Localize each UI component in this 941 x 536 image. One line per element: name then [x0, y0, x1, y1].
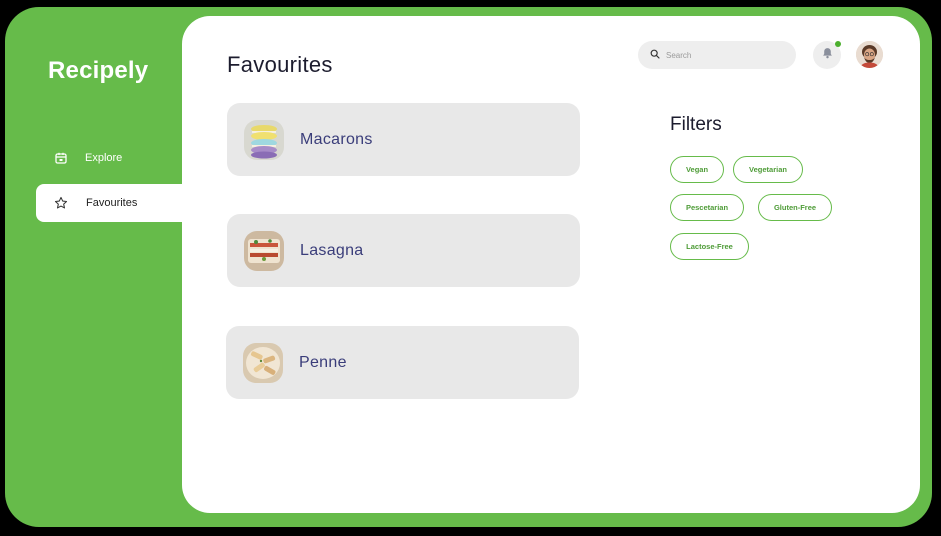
- calendar-icon: [55, 152, 67, 164]
- filter-chip-gluten-free[interactable]: Gluten-Free: [758, 194, 832, 221]
- recipe-thumbnail: [244, 119, 284, 160]
- bell-icon: [822, 46, 833, 64]
- search-icon: [650, 46, 660, 64]
- sidebar-item-favourites[interactable]: Favourites: [36, 184, 186, 222]
- recipe-card-lasagna[interactable]: Lasagna: [227, 214, 580, 287]
- main-panel: Favourites Search Macarons Lasagna Penne…: [182, 16, 920, 513]
- filter-chip-pescetarian[interactable]: Pescetarian: [670, 194, 744, 221]
- search-input[interactable]: [666, 50, 786, 60]
- brand-logo: Recipely: [48, 57, 149, 84]
- avatar[interactable]: [856, 41, 883, 68]
- recipe-card-penne[interactable]: Penne: [226, 326, 579, 399]
- recipe-card-macarons[interactable]: Macarons: [227, 103, 580, 176]
- notification-dot: [835, 41, 841, 47]
- search-bar[interactable]: [638, 41, 796, 69]
- filters-title: Filters: [670, 114, 722, 135]
- filter-chip-vegan[interactable]: Vegan: [670, 156, 724, 183]
- sidebar-item-label: Favourites: [86, 197, 138, 209]
- star-icon: [54, 196, 68, 210]
- recipe-name: Lasagna: [300, 241, 364, 259]
- recipe-thumbnail: [243, 342, 283, 383]
- sidebar-item-explore[interactable]: Explore: [55, 148, 122, 168]
- recipe-thumbnail: [244, 230, 284, 271]
- filter-chip-vegetarian[interactable]: Vegetarian: [733, 156, 803, 183]
- page-title: Favourites: [227, 52, 333, 77]
- notification-button[interactable]: [813, 41, 841, 69]
- filter-chip-lactose-free[interactable]: Lactose-Free: [670, 233, 749, 260]
- app-frame: Recipely Explore Favourites Favourites S…: [5, 7, 932, 527]
- sidebar-item-label: Explore: [85, 152, 123, 164]
- recipe-name: Macarons: [300, 130, 373, 148]
- recipe-name: Penne: [299, 353, 347, 371]
